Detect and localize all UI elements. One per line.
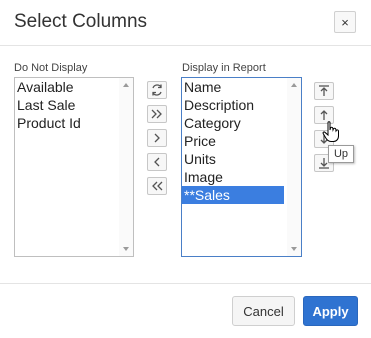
display-in-report-list[interactable]: Name Description Category Price Units Im… (181, 77, 302, 257)
apply-button[interactable]: Apply (303, 296, 358, 326)
list-item[interactable]: Image (182, 168, 301, 186)
list-item[interactable]: Name (182, 78, 301, 96)
header-divider (0, 45, 371, 46)
display-in-report-label: Display in Report (182, 62, 266, 74)
do-not-display-list[interactable]: Available Last Sale Product Id (14, 77, 134, 257)
list-item[interactable]: Price (182, 132, 301, 150)
list-item[interactable]: Last Sale (15, 96, 133, 114)
scroll-up-arrow-icon[interactable] (291, 83, 297, 87)
scroll-up-arrow-icon[interactable] (123, 83, 129, 87)
close-button[interactable]: × (334, 11, 356, 33)
select-columns-dialog: Select Columns × Do Not Display Availabl… (0, 0, 371, 338)
double-chevron-right-icon (151, 109, 162, 119)
scroll-down-arrow-icon[interactable] (123, 247, 129, 251)
list-item[interactable]: Description (182, 96, 301, 114)
move-left-button[interactable] (147, 153, 167, 171)
list-item[interactable]: Product Id (15, 114, 133, 132)
scroll-down-arrow-icon[interactable] (291, 247, 297, 251)
move-to-top-icon (319, 85, 329, 96)
list-item-selected[interactable]: **Sales (182, 186, 284, 204)
move-to-top-button[interactable] (314, 82, 334, 100)
move-up-icon (320, 110, 328, 120)
move-right-button[interactable] (147, 129, 167, 147)
list-item[interactable]: Units (182, 150, 301, 168)
cancel-button[interactable]: Cancel (232, 296, 295, 326)
move-all-left-button[interactable] (147, 177, 167, 195)
scrollbar[interactable] (287, 78, 301, 256)
dialog-title: Select Columns (14, 11, 148, 32)
footer-divider (0, 283, 371, 284)
close-icon: × (341, 14, 349, 30)
move-all-right-button[interactable] (147, 105, 167, 123)
list-item[interactable]: Category (182, 114, 301, 132)
scrollbar[interactable] (119, 78, 133, 256)
tooltip: Up (328, 145, 354, 163)
list-item[interactable]: Available (15, 78, 133, 96)
chevron-left-icon (154, 157, 160, 167)
reset-icon (152, 84, 162, 96)
double-chevron-left-icon (152, 181, 163, 191)
reset-button[interactable] (147, 81, 167, 99)
do-not-display-label: Do Not Display (14, 62, 88, 74)
chevron-right-icon (154, 133, 160, 143)
hand-cursor-icon (322, 121, 339, 142)
